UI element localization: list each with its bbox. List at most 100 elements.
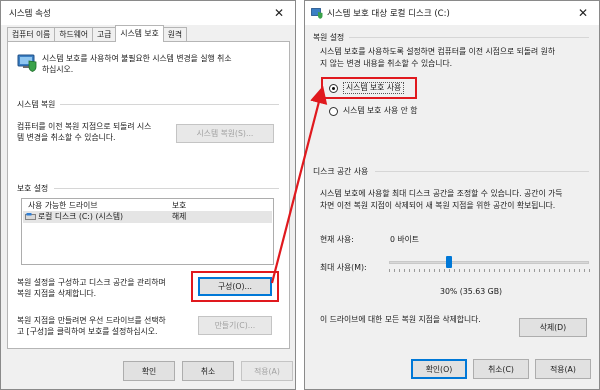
slider-tick [569, 269, 570, 272]
slider-tick [444, 269, 445, 272]
slider-tick [484, 269, 485, 272]
slider-tick [474, 269, 475, 272]
section-divider [375, 171, 589, 172]
column-header-protection: 보호 [172, 201, 187, 210]
tab-advanced[interactable]: 고급 [92, 27, 117, 42]
slider-tick [469, 269, 470, 272]
radio-disable-protection[interactable]: 시스템 보호 사용 안 함 [327, 105, 447, 119]
system-properties-window: 시스템 속성 ✕ 컴퓨터 이름 하드웨어 고급 시스템 보호 원격 시스템 보호… [0, 0, 296, 390]
slider-tick [524, 269, 525, 272]
slider-tick [579, 269, 580, 272]
slider-tick [584, 269, 585, 272]
restore-desc-line-1: 컴퓨터를 이전 복원 지점으로 되돌려 시스 [17, 122, 152, 131]
table-row[interactable]: 로컬 디스크 (C:) (시스템) 해제 [23, 211, 272, 223]
radio-enable-label: 시스템 보호 사용 [343, 82, 405, 94]
slider-tick [409, 269, 410, 272]
window-title: 시스템 속성 [9, 9, 51, 19]
slider-tick [544, 269, 545, 272]
cancel-button[interactable]: 취소(C) [473, 359, 529, 379]
drive-list: 사용 가능한 드라이브 보호 로컬 디스크 (C:) (시스템) 해제 [21, 198, 274, 265]
ok-button[interactable]: 확인 [123, 361, 175, 381]
slider-tick [399, 269, 400, 272]
protection-section-title: 보호 설정 [17, 184, 49, 193]
slider-tick [449, 269, 450, 272]
close-icon[interactable]: ✕ [269, 4, 289, 22]
intro-text-line-1: 시스템 보호를 사용하여 불필요한 시스템 변경을 실행 취소 [42, 54, 232, 63]
slider-tick [404, 269, 405, 272]
apply-button[interactable]: 적용(A) [241, 361, 293, 381]
slider-tick [564, 269, 565, 272]
current-usage-label: 현재 사용: [320, 235, 354, 244]
title-bar: 시스템 보호 대상 로컬 디스크 (C:) ✕ [305, 1, 599, 25]
slider-thumb[interactable] [446, 256, 452, 268]
system-restore-button[interactable]: 시스템 복원(S)... [176, 124, 274, 143]
slider-tick [554, 269, 555, 272]
drive-protection-status: 해제 [172, 212, 187, 221]
max-usage-slider[interactable] [389, 255, 590, 277]
create-restore-point-button[interactable]: 만들기(C)... [198, 316, 272, 335]
disk-usage-title: 디스크 공간 사용 [313, 167, 369, 176]
slider-tick [519, 269, 520, 272]
restore-settings-title: 복원 설정 [313, 33, 345, 42]
section-divider [349, 37, 589, 38]
restore-section-title: 시스템 복원 [17, 100, 56, 109]
slider-tick [439, 269, 440, 272]
configure-desc-line-1: 복원 설정을 구성하고 디스크 공간을 관리하며 [17, 278, 166, 287]
apply-button[interactable]: 적용(A) [535, 359, 591, 379]
current-usage-value: 0 바이트 [390, 235, 419, 244]
slider-tick [479, 269, 480, 272]
restore-desc-line-2: 템 변경을 취소할 수 있습니다. [17, 133, 116, 142]
max-usage-value: 30% (35.63 GB) [440, 287, 503, 296]
slider-tick [499, 269, 500, 272]
radio-selected-indicator[interactable] [329, 84, 338, 93]
tab-strip: 컴퓨터 이름 하드웨어 고급 시스템 보호 원격 [7, 25, 188, 42]
delete-button[interactable]: 삭제(D) [519, 318, 587, 337]
restore-settings-desc-line-1: 시스템 보호를 사용하도록 설정하면 컴퓨터를 이전 시점으로 되돌려 원하 [320, 47, 556, 56]
tab-system-protection[interactable]: 시스템 보호 [115, 25, 164, 42]
cancel-button[interactable]: 취소 [182, 361, 234, 381]
system-shield-icon [311, 8, 323, 19]
slider-tick [509, 269, 510, 272]
slider-tick [539, 269, 540, 272]
radio-disable-label: 시스템 보호 사용 안 함 [343, 106, 418, 115]
slider-tick [429, 269, 430, 272]
radio-unselected-indicator[interactable] [329, 107, 338, 116]
slider-ticks [389, 269, 590, 272]
slider-tick [424, 269, 425, 272]
disk-desc-line-2: 차면 이전 복원 지점이 삭제되어 새 복원 지점을 위한 공간이 확보됩니다. [320, 201, 556, 210]
slider-tick [414, 269, 415, 272]
drive-icon [25, 213, 36, 220]
delete-desc: 이 드라이브에 대한 모든 복원 지점을 삭제합니다. [320, 315, 481, 324]
column-header-drive: 사용 가능한 드라이브 [28, 201, 98, 210]
ok-button[interactable]: 확인(O) [411, 359, 467, 379]
slider-tick [489, 269, 490, 272]
tab-remote[interactable]: 원격 [162, 27, 188, 42]
slider-tick [454, 269, 455, 272]
max-usage-label: 최대 사용(M): [320, 263, 367, 272]
title-bar: 시스템 속성 ✕ [1, 1, 295, 25]
radio-enable-protection[interactable]: 시스템 보호 사용 [327, 81, 415, 95]
tab-computer-name[interactable]: 컴퓨터 이름 [7, 27, 56, 42]
protection-settings-window: 시스템 보호 대상 로컬 디스크 (C:) ✕ 복원 설정 시스템 보호를 사용… [304, 0, 600, 390]
slider-tick [494, 269, 495, 272]
slider-tick [459, 269, 460, 272]
slider-tick [549, 269, 550, 272]
slider-tick [389, 269, 390, 272]
slider-tick [464, 269, 465, 272]
slider-tick [529, 269, 530, 272]
create-desc-line-2: 고 [구성]을 클릭하여 보호를 설정하십시오. [17, 327, 158, 336]
section-divider [54, 188, 279, 189]
create-desc-line-1: 복원 지점을 만들려면 우선 드라이브를 선택하 [17, 316, 166, 325]
slider-track [389, 261, 589, 264]
slider-tick [589, 269, 590, 272]
section-divider [60, 104, 279, 105]
slider-tick [504, 269, 505, 272]
slider-tick [559, 269, 560, 272]
intro-text-line-2: 하십시오. [42, 65, 74, 74]
close-icon[interactable]: ✕ [573, 4, 593, 22]
slider-tick [574, 269, 575, 272]
slider-tick [514, 269, 515, 272]
disk-desc-line-1: 시스템 보호에 사용할 최대 디스크 공간을 조정할 수 있습니다. 공간이 가… [320, 189, 563, 198]
tab-hardware[interactable]: 하드웨어 [54, 27, 94, 42]
window-title: 시스템 보호 대상 로컬 디스크 (C:) [327, 9, 450, 19]
